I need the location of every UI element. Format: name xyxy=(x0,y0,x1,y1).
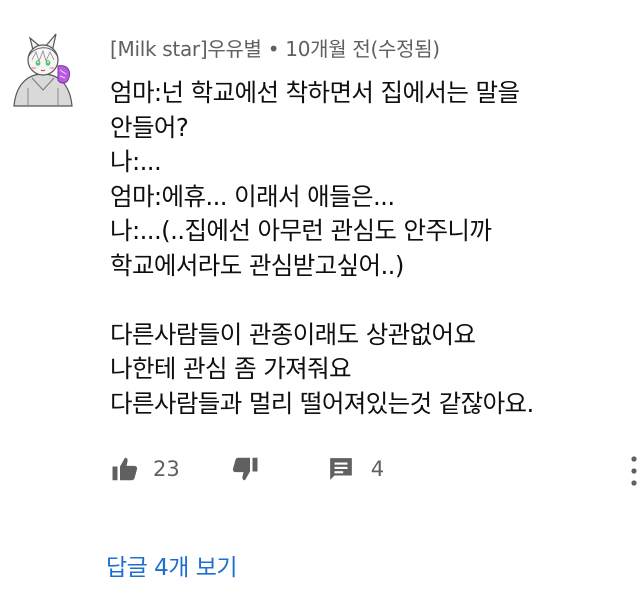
more-vertical-icon[interactable] xyxy=(628,454,640,490)
comment-actions: 23 4 xyxy=(110,452,384,486)
comment-line: 안들어? xyxy=(110,112,189,142)
reply-comment-icon[interactable] xyxy=(328,456,354,482)
avatar[interactable] xyxy=(10,28,76,108)
view-replies-link[interactable]: 답글 4개 보기 xyxy=(106,548,238,582)
like-count: 23 xyxy=(153,457,180,481)
comment-line: 나:... xyxy=(110,147,162,176)
comment-time: 10개월 전(수정됨) xyxy=(285,37,440,61)
comment-line-blank xyxy=(110,283,630,318)
comment-line: 엄마:넌 학교에선 착하면서 집에서는 말을 xyxy=(110,78,520,107)
comment-line: 엄마:에휴... 이래서 애들은... xyxy=(110,181,395,211)
reply-count: 4 xyxy=(370,457,385,481)
comment-line: 나한테 관심 좀 가져줘요 xyxy=(110,354,352,383)
comment-card: [Milk star]우유별 • 10개월 전(수정됨) 엄마:넌 학교에선 착… xyxy=(0,0,640,590)
comment-line: 다른사람들과 멀리 떨어져있는것 같잖아요. xyxy=(110,388,534,418)
comment-line: 다른사람들이 관종이래도 상관없어요 xyxy=(110,319,476,349)
author-name[interactable]: [Milk star]우유별 xyxy=(110,37,262,61)
thumbs-down-icon[interactable] xyxy=(230,454,260,484)
comment-line: 나:...(..집에선 아무런 관심도 안주니까 xyxy=(110,216,492,245)
header-separator: • xyxy=(267,37,280,61)
comment-line: 학교에서라도 관심받고싶어..) xyxy=(110,250,404,280)
avatar-image xyxy=(13,33,73,107)
comment-header: [Milk star]우유별 • 10개월 전(수정됨) xyxy=(110,33,440,62)
thumbs-up-icon[interactable] xyxy=(110,454,140,484)
comment-body: 엄마:넌 학교에선 착하면서 집에서는 말을 안들어? 나:... 엄마:에휴.… xyxy=(110,76,630,421)
